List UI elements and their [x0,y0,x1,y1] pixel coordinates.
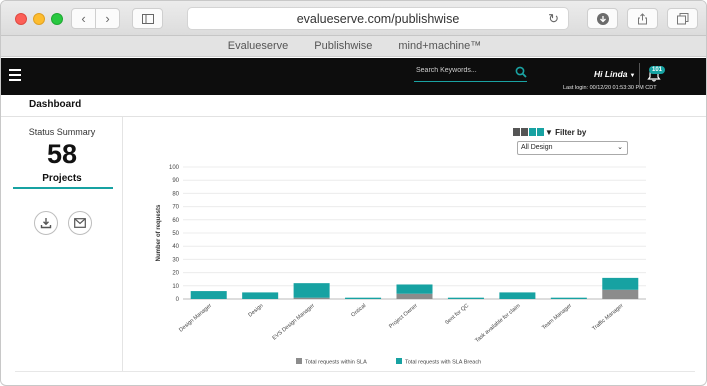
bar-sla-breach [499,292,536,299]
share-button[interactable] [627,8,658,29]
last-login-text: Last login: 00/12/20 01:53:30 PM CDT [563,85,657,91]
zoom-window-button[interactable] [51,13,63,25]
legend-label: Total requests within SLA [305,360,367,366]
bar-sla-breach [293,283,330,298]
legend-swatch [296,358,302,364]
filter-icon: ▼ [545,128,553,137]
search-icon[interactable] [515,66,527,78]
sidebar-toggle-button[interactable] [132,8,163,29]
y-tick-label: 100 [169,165,180,171]
y-tick-label: 0 [176,297,180,303]
favorite-link-publishwise[interactable]: Publishwise [301,40,385,52]
y-tick-label: 80 [172,191,179,197]
y-axis-title: Number of requests [156,204,162,261]
bar-within-sla [602,289,639,299]
tabs-icon [676,12,688,24]
y-tick-label: 30 [172,257,179,263]
chevron-down-icon: ⌄ [617,144,623,151]
header-divider [639,63,640,88]
panel-bottom-border [15,371,695,372]
notification-badge: 101 [649,66,666,74]
filter-dropdown[interactable]: All Design ⌄ [517,141,628,155]
minimize-window-button[interactable] [33,13,45,25]
x-tick-label: Design [247,303,264,319]
bar-within-sla [396,293,433,299]
bar-sla-breach [345,297,382,299]
list-view-icon[interactable] [529,128,536,136]
bar-sla-breach [447,297,484,299]
browser-window: ‹ › evalueserve.com/publishwise ↻ Evalue… [0,0,707,386]
bar-sla-breach [242,292,279,299]
bar-sla-breach [550,297,587,299]
search-input[interactable] [416,67,506,74]
favorite-link-mind-machine[interactable]: mind+machine™ [385,40,494,52]
y-tick-label: 60 [172,218,179,224]
x-tick-label: Sent for QC [444,303,470,326]
legend-label: Total requests with SLA Breach [405,360,481,366]
caret-down-icon: ▼ [629,73,636,79]
grid-view-icon[interactable] [513,128,520,136]
email-report-button[interactable] [68,211,92,235]
x-tick-label: Traffic Manager [591,303,624,332]
page-title: Dashboard [29,99,82,110]
x-tick-label: Team Manager [541,303,573,331]
x-tick-label: EVS Design Manager [272,303,317,342]
chevron-right-icon: › [105,11,110,26]
search-box [414,64,527,82]
favorites-bar: Evalueserve Publishwise mind+machine™ [1,36,706,57]
sidebar-icon [141,13,154,24]
filter-label-text: Filter by [555,128,587,137]
close-window-button[interactable] [15,13,27,25]
bar-sla-breach [602,277,639,290]
address-bar[interactable]: evalueserve.com/publishwise ↻ [187,7,569,30]
x-tick-label: Design Manager [178,303,213,334]
mail-icon [74,218,86,228]
y-tick-label: 10 [172,284,179,290]
downloads-button[interactable] [587,8,618,29]
view-toggle[interactable] [513,128,544,136]
legend-swatch [396,358,402,364]
y-tick-label: 40 [172,244,179,250]
back-button[interactable]: ‹ [71,8,96,29]
download-icon [596,12,609,25]
y-tick-label: 70 [172,205,179,211]
requests-chart: 0 10 20 30 40 50 60 70 80 90 100 Number of requests… [156,165,646,366]
y-tick-label: 20 [172,271,179,277]
status-summary-panel: Status Summary 58 Projects [1,117,123,371]
y-tick-label: 50 [172,231,179,237]
user-menu[interactable]: Hi Linda ▼ [594,69,635,79]
bar-within-sla [293,297,330,299]
projects-underline [13,187,113,189]
x-tick-label: Ontical [350,303,367,319]
projects-label: Projects [42,173,82,184]
y-tick-label: 90 [172,178,179,184]
reload-icon[interactable]: ↻ [548,11,559,27]
filter-selected-value: All Design [521,144,553,151]
grid-view-icon[interactable] [521,128,528,136]
share-icon [638,12,647,24]
menu-icon[interactable] [9,69,21,81]
user-greeting: Hi Linda [594,69,628,79]
bar-sla-breach [396,284,433,294]
favorite-link-evalueserve[interactable]: Evalueserve [215,40,302,52]
x-tick-label: Project Owner [388,303,419,330]
download-report-button[interactable] [34,211,58,235]
forward-button[interactable]: › [95,8,120,29]
download-icon [40,218,52,229]
bar-sla-breach [190,291,227,299]
app-header: Hi Linda▼ Last login: 00/12/20 01:53:30 … [1,58,706,95]
browser-toolbar: ‹ › evalueserve.com/publishwise ↻ [1,1,706,36]
list-view-icon[interactable] [537,128,544,136]
tabs-overview-button[interactable] [667,8,698,29]
x-tick-label: Task available for claim [474,303,522,344]
filter-by-label: ▼ Filter by [545,128,586,137]
url-text: evalueserve.com/publishwise [296,12,460,26]
chevron-left-icon: ‹ [81,11,86,26]
project-count: 58 [46,139,78,169]
status-summary-label: Status Summary [28,127,96,137]
